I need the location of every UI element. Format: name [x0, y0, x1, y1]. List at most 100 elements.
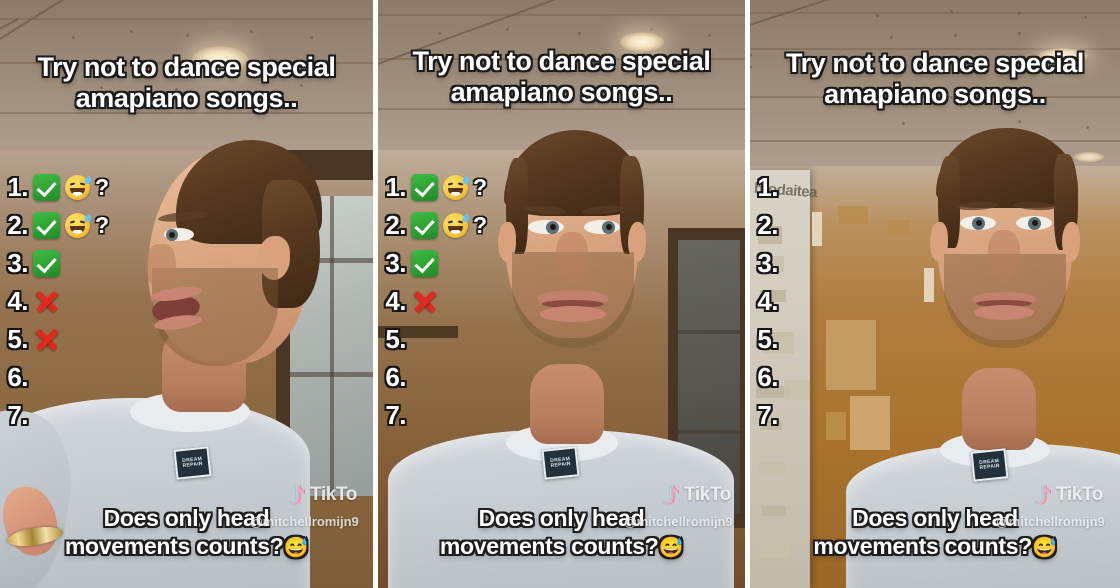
- check-icon: [33, 173, 60, 201]
- sweat-smile-emoji-icon: [443, 212, 470, 238]
- video-panel-middle[interactable]: DREAM REPAIR Try not to dance special am…: [378, 0, 745, 588]
- list-item: 2. ?: [378, 206, 522, 244]
- list-item: 3.: [750, 244, 894, 282]
- list-number: 2.: [757, 209, 778, 240]
- overlay-title-middle: Try not to dance special amapiano songs.…: [378, 46, 745, 109]
- list-number: 6.: [7, 361, 28, 392]
- checklist-left: 1. ? 2. ? 3. 4. 5. 6. 7.: [0, 168, 144, 434]
- list-number: 7.: [7, 399, 28, 430]
- list-item: 2. ?: [0, 206, 144, 244]
- title-line-1: Try not to dance special: [37, 52, 336, 82]
- music-note-icon: [1032, 484, 1052, 506]
- ceiling-light-icon: [1074, 152, 1104, 162]
- tiktok-username-middle: @mitchellromijn9: [624, 514, 733, 529]
- scene-right: brodaitea DREAM REPAIR Try not to dance …: [750, 0, 1120, 588]
- video-collage: DREAM REPAIR Try not to dance special am…: [0, 0, 1120, 588]
- list-item: 4.: [378, 282, 522, 320]
- list-item: 3.: [0, 244, 144, 282]
- tiktok-brand-label: TikTo: [1056, 484, 1103, 505]
- list-item: 1. ?: [378, 168, 522, 206]
- check-icon: [411, 211, 438, 239]
- list-number: 2.: [385, 209, 406, 240]
- list-item: 6.: [378, 358, 522, 396]
- question-mark: ?: [473, 173, 488, 200]
- garment-logo-line2: REPAIR: [182, 460, 204, 470]
- tiktok-watermark-left: TikTo: [286, 484, 357, 506]
- check-icon: [411, 249, 438, 277]
- list-number: 4.: [7, 285, 28, 316]
- caption-line-2: movements counts?: [64, 532, 284, 559]
- tiktok-username-left: @mitchellromijn9: [250, 514, 359, 529]
- overlay-title-right: Try not to dance special amapiano songs.…: [750, 48, 1120, 111]
- list-number: 1.: [385, 171, 406, 202]
- title-line-2: amapiano songs..: [450, 77, 673, 108]
- music-note-icon: [660, 484, 680, 506]
- cross-icon: [33, 288, 60, 315]
- sweat-smile-emoji-icon: [443, 174, 470, 200]
- sweat-smile-emoji-icon: [65, 174, 92, 200]
- title-line-2: amapiano songs..: [75, 83, 298, 114]
- video-panel-left[interactable]: DREAM REPAIR Try not to dance special am…: [0, 0, 373, 588]
- cross-icon: [33, 326, 60, 353]
- scene-left: DREAM REPAIR Try not to dance special am…: [0, 0, 373, 588]
- tiktok-brand-label: TikTo: [310, 484, 357, 505]
- list-item: 5.: [0, 320, 144, 358]
- wall-note: [924, 268, 934, 302]
- list-number: 5.: [7, 323, 28, 354]
- caption-line-2: movements counts?: [813, 532, 1032, 559]
- title-line-2: amapiano songs..: [824, 79, 1046, 110]
- list-item: 7.: [750, 396, 894, 434]
- list-number: 6.: [757, 361, 778, 392]
- check-icon: [411, 173, 438, 201]
- list-number: 2.: [7, 209, 28, 240]
- list-item: 7.: [378, 396, 522, 434]
- tiktok-username-right: @mitchellromijn9: [996, 514, 1105, 529]
- list-number: 5.: [385, 323, 406, 354]
- garment-logo-line2: REPAIR: [550, 460, 572, 470]
- list-item: 5.: [750, 320, 894, 358]
- question-mark: ?: [95, 211, 110, 238]
- list-number: 3.: [7, 247, 28, 278]
- checklist-middle: 1. ? 2. ? 3. 4. 5. 6. 7.: [378, 168, 522, 434]
- list-item: 5.: [378, 320, 522, 358]
- list-item: 3.: [378, 244, 522, 282]
- list-number: 4.: [385, 285, 406, 316]
- music-note-icon: [286, 484, 306, 506]
- cross-icon: [411, 288, 438, 315]
- list-number: 7.: [757, 399, 778, 430]
- list-number: 3.: [757, 247, 778, 278]
- list-item: 6.: [750, 358, 894, 396]
- list-number: 4.: [757, 285, 778, 316]
- list-item: 6.: [0, 358, 144, 396]
- tiktok-brand-label: TikTo: [684, 484, 731, 505]
- title-line-1: Try not to dance special: [786, 48, 1084, 78]
- list-number: 5.: [757, 323, 778, 354]
- sweat-smile-emoji-icon: 😅: [283, 536, 309, 559]
- list-item: 4.: [0, 282, 144, 320]
- video-panel-right[interactable]: brodaitea DREAM REPAIR Try not to dance …: [750, 0, 1120, 588]
- caption-line-2: movements counts?: [439, 532, 659, 559]
- garment-logo-line2: REPAIR: [979, 462, 1001, 472]
- sweat-smile-emoji-icon: 😅: [1031, 536, 1057, 559]
- garment-logo: DREAM REPAIR: [541, 446, 580, 480]
- overlay-title-left: Try not to dance special amapiano songs.…: [0, 52, 373, 115]
- list-number: 6.: [385, 361, 406, 392]
- tiktok-watermark-right: TikTo: [1032, 484, 1103, 506]
- list-number: 1.: [757, 171, 778, 202]
- garment-logo: DREAM REPAIR: [970, 448, 1009, 482]
- list-item: 2.: [750, 206, 894, 244]
- question-mark: ?: [473, 211, 488, 238]
- check-icon: [33, 211, 60, 239]
- tiktok-watermark-middle: TikTo: [660, 484, 731, 506]
- list-number: 7.: [385, 399, 406, 430]
- list-item: 7.: [0, 396, 144, 434]
- list-item: 4.: [750, 282, 894, 320]
- sweat-smile-emoji-icon: [65, 212, 92, 238]
- question-mark: ?: [95, 173, 110, 200]
- scene-middle: DREAM REPAIR Try not to dance special am…: [378, 0, 745, 588]
- garment-logo: DREAM REPAIR: [173, 446, 212, 480]
- checklist-right: 1. 2. 3. 4. 5. 6. 7.: [750, 168, 894, 434]
- list-item: 1.: [750, 168, 894, 206]
- check-icon: [33, 249, 60, 277]
- list-item: 1. ?: [0, 168, 144, 206]
